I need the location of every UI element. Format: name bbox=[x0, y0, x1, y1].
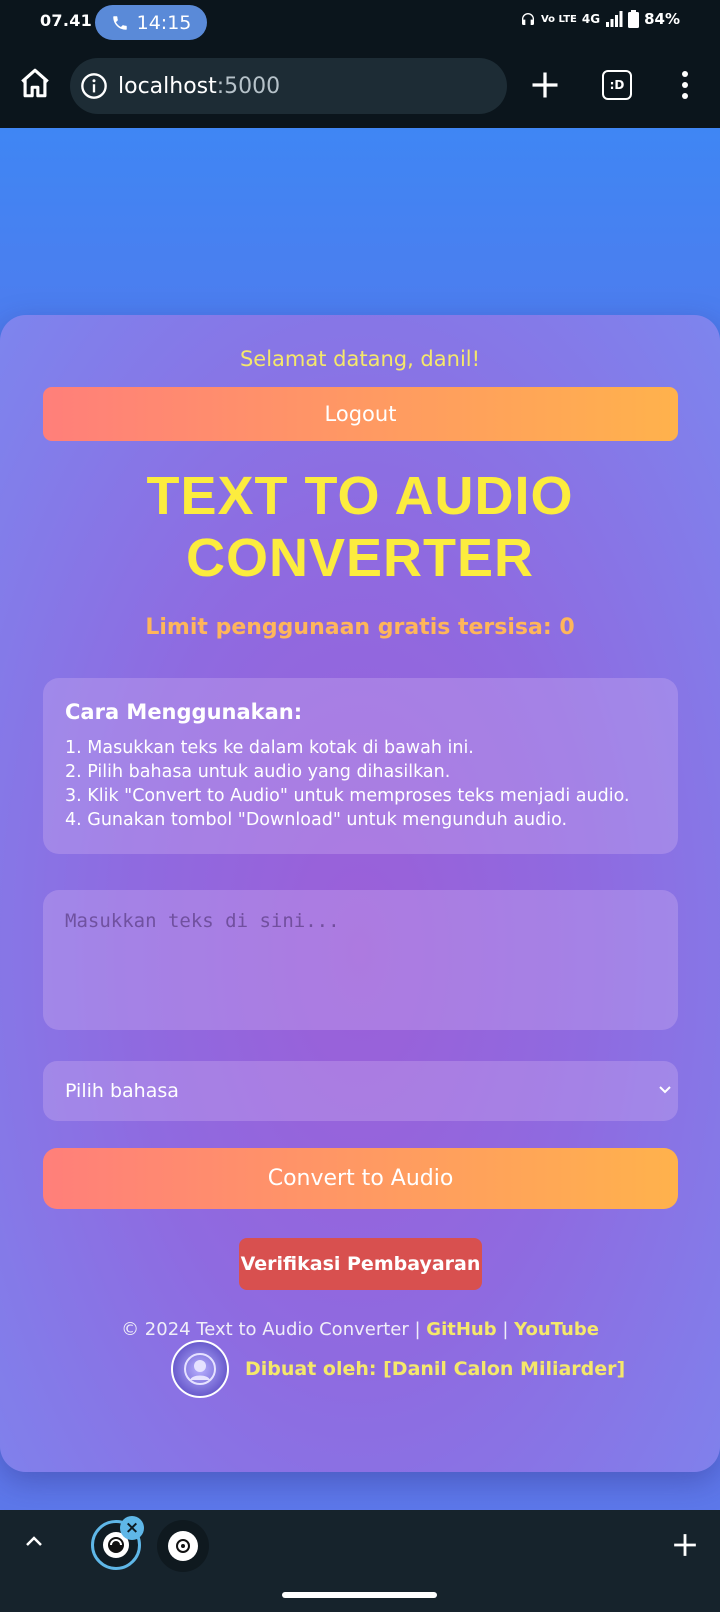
signal-icon bbox=[606, 11, 623, 27]
github-link[interactable]: GitHub bbox=[426, 1319, 496, 1340]
youtube-link[interactable]: YouTube bbox=[514, 1319, 599, 1340]
home-icon[interactable] bbox=[18, 66, 52, 100]
battery-icon bbox=[628, 10, 640, 28]
tab-group-item[interactable] bbox=[157, 1520, 209, 1572]
browser-toolbar: localhost:5000 :D bbox=[0, 46, 720, 128]
logout-button[interactable]: Logout bbox=[43, 387, 678, 441]
language-select[interactable]: Pilih bahasa bbox=[43, 1061, 678, 1121]
chatgpt-icon bbox=[168, 1531, 198, 1561]
phone-icon bbox=[112, 15, 127, 30]
guide-step: 2. Pilih bahasa untuk audio yang dihasil… bbox=[65, 762, 451, 782]
converter-card: Selamat datang, danil! Logout TEXT TO AU… bbox=[0, 315, 720, 1472]
address-bar[interactable]: localhost:5000 bbox=[70, 58, 507, 114]
url-host: localhost bbox=[118, 73, 217, 99]
text-input[interactable] bbox=[43, 890, 678, 1030]
volte-indicator: Vo LTE bbox=[540, 13, 577, 25]
info-icon[interactable] bbox=[80, 72, 108, 100]
guide-step: 1. Masukkan teks ke dalam kotak di bawah… bbox=[65, 738, 474, 758]
status-icons: Vo LTE 4G 84% bbox=[520, 10, 680, 28]
tab-switcher-label: :D bbox=[609, 78, 625, 92]
page-title: TEXT TO AUDIO CONVERTER bbox=[146, 466, 574, 588]
headphones-icon bbox=[521, 13, 534, 25]
more-menu-icon[interactable] bbox=[672, 68, 698, 102]
call-duration: 14:15 bbox=[136, 11, 192, 34]
usage-limit-text: Limit penggunaan gratis tersisa: 0 bbox=[145, 615, 575, 640]
guide-step: 4. Gunakan tombol "Download" untuk mengu… bbox=[65, 810, 568, 830]
welcome-message: Selamat datang, danil! bbox=[239, 347, 481, 371]
tab-switcher-button[interactable]: :D bbox=[602, 70, 632, 100]
chevron-down-icon bbox=[659, 1086, 671, 1094]
creator-avatar bbox=[171, 1340, 229, 1398]
add-tab-icon[interactable] bbox=[672, 1532, 698, 1558]
status-time: 07.41 bbox=[40, 11, 93, 30]
language-select-value: Pilih bahasa bbox=[65, 1080, 179, 1102]
convert-button[interactable]: Convert to Audio bbox=[43, 1148, 678, 1209]
footer-separator: | bbox=[502, 1319, 509, 1340]
guide-title: Cara Menggunakan: bbox=[65, 700, 303, 724]
web-content: Selamat datang, danil! Logout TEXT TO AU… bbox=[0, 128, 720, 1510]
network-type: 4G bbox=[581, 12, 601, 26]
gesture-handle[interactable] bbox=[282, 1592, 437, 1598]
battery-level: 84% bbox=[644, 10, 680, 28]
close-icon[interactable]: × bbox=[120, 1516, 144, 1540]
copyright-text: © 2024 Text to Audio Converter | bbox=[121, 1319, 421, 1340]
status-bar: 07.41 14:15 Vo LTE 4G 84% bbox=[0, 0, 720, 46]
guide-step: 3. Klik "Convert to Audio" untuk mempros… bbox=[65, 786, 630, 806]
new-tab-icon[interactable] bbox=[530, 70, 560, 100]
url-port: :5000 bbox=[216, 73, 281, 99]
usage-guide: Cara Menggunakan: 1. Masukkan teks ke da… bbox=[43, 678, 678, 854]
chevron-up-icon[interactable] bbox=[22, 1530, 46, 1554]
guide-steps: 1. Masukkan teks ke dalam kotak di bawah… bbox=[65, 736, 656, 832]
verify-payment-button[interactable]: Verifikasi Pembayaran bbox=[239, 1238, 482, 1290]
ongoing-call-chip[interactable]: 14:15 bbox=[95, 5, 207, 40]
footer: © 2024 Text to Audio Converter | GitHub … bbox=[0, 1319, 720, 1340]
creator-credit: Dibuat oleh: [Danil Calon Miliarder] bbox=[171, 1340, 625, 1398]
browser-bottom-bar: × bbox=[0, 1510, 720, 1612]
creator-name: Dibuat oleh: [Danil Calon Miliarder] bbox=[245, 1358, 626, 1380]
